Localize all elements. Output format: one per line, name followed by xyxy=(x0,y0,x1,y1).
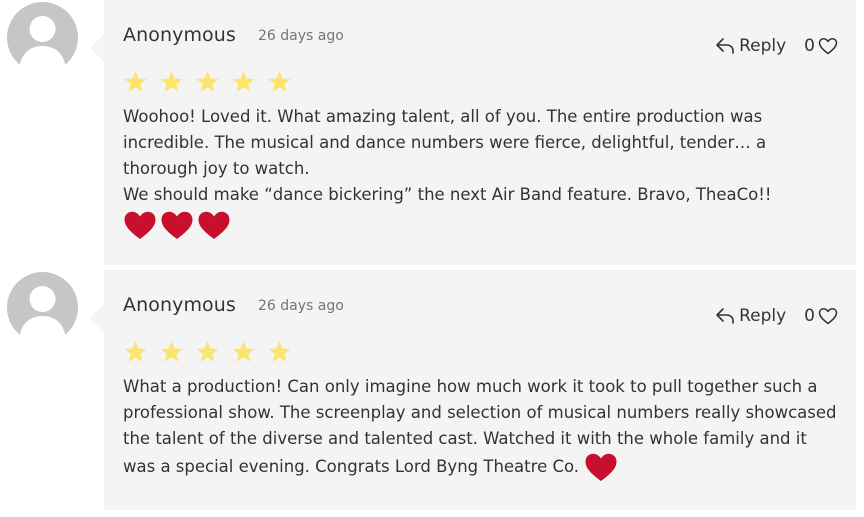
comment-paragraph: Woohoo! Loved it. What amazing talent, a… xyxy=(123,107,767,178)
comment-paragraph: We should make “dance bickering” the nex… xyxy=(123,185,772,204)
like-count: 0 xyxy=(804,306,815,326)
reply-button[interactable]: Reply xyxy=(715,306,786,326)
star-rating xyxy=(123,70,303,94)
avatar xyxy=(7,2,78,73)
reply-button[interactable]: Reply xyxy=(715,36,786,56)
comment-timestamp: 26 days ago xyxy=(258,28,344,44)
star-icon xyxy=(268,71,291,92)
comment-text: Woohoo! Loved it. What amazing talent, a… xyxy=(123,104,839,244)
comment-timestamp: 26 days ago xyxy=(258,298,344,314)
comment-actions: Reply 0 xyxy=(715,306,838,326)
user-silhouette-icon xyxy=(19,16,66,73)
like-count: 0 xyxy=(804,36,815,56)
star-icon xyxy=(196,71,219,92)
heart-outline-icon xyxy=(818,307,838,325)
user-silhouette-icon xyxy=(19,286,66,343)
star-rating xyxy=(123,340,303,364)
star-icon xyxy=(124,341,147,362)
star-icon xyxy=(232,341,255,362)
like-button[interactable]: 0 xyxy=(804,306,838,326)
comment-author: Anonymous xyxy=(123,24,236,46)
comment-author: Anonymous xyxy=(123,294,236,316)
heart-outline-icon xyxy=(818,37,838,55)
reply-label: Reply xyxy=(739,306,787,326)
comment-list: Anonymous 26 days ago Reply 0 Woohoo! Lo… xyxy=(0,0,864,517)
red-heart-emoji-icon xyxy=(585,453,617,481)
comment-bubble: Anonymous 26 days ago Reply 0 xyxy=(90,0,856,265)
star-icon xyxy=(268,341,291,362)
reply-arrow-icon xyxy=(716,38,734,54)
reply-arrow-icon xyxy=(716,308,734,324)
comment-text: What a production! Can only imagine how … xyxy=(123,374,839,483)
red-heart-emoji-icon xyxy=(124,211,156,239)
comment-paragraph-text: What a production! Can only imagine how … xyxy=(123,377,837,476)
comment-actions: Reply 0 xyxy=(715,36,838,56)
star-icon xyxy=(124,71,147,92)
emoji-row xyxy=(123,210,839,244)
comment-paragraph: What a production! Can only imagine how … xyxy=(123,374,839,483)
reply-label: Reply xyxy=(739,36,787,56)
red-heart-emoji-icon xyxy=(198,211,230,239)
star-icon xyxy=(196,341,219,362)
red-heart-emoji-icon xyxy=(161,211,193,239)
star-icon xyxy=(160,71,183,92)
star-icon xyxy=(160,341,183,362)
comment-bubble: Anonymous 26 days ago Reply 0 xyxy=(90,270,856,510)
star-icon xyxy=(232,71,255,92)
like-button[interactable]: 0 xyxy=(804,36,838,56)
avatar xyxy=(7,272,78,343)
